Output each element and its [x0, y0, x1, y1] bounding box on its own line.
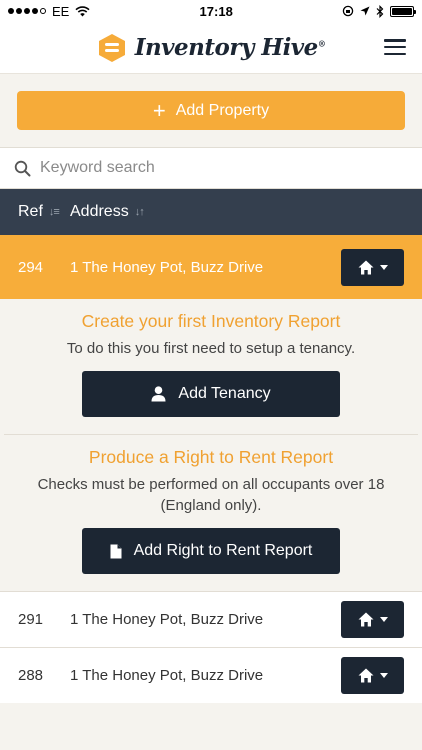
column-header-ref[interactable]: Ref ↓≡: [0, 203, 70, 221]
brand-name: Inventory Hive®: [134, 34, 326, 61]
row-ref: 291: [18, 611, 44, 628]
table-row-active[interactable]: 294 1 The Honey Pot, Buzz Drive: [0, 235, 422, 299]
hive-logo-icon: [98, 33, 125, 62]
add-tenancy-button[interactable]: Add Tenancy: [82, 371, 340, 417]
chevron-down-icon: [379, 617, 388, 622]
wifi-icon: [75, 5, 90, 16]
status-left: EE: [8, 4, 90, 19]
table-row[interactable]: 291 1 The Honey Pot, Buzz Drive: [0, 591, 422, 647]
menu-button[interactable]: [384, 36, 406, 58]
home-icon: [358, 612, 373, 627]
property-detail-panel: Create your first Inventory Report To do…: [0, 299, 422, 591]
chevron-down-icon: [379, 673, 388, 678]
hamburger-icon: [384, 39, 406, 42]
signal-strength-icon: [8, 8, 46, 14]
right-to-rent-section: Produce a Right to Rent Report Checks mu…: [0, 435, 422, 591]
battery-icon: [390, 5, 416, 17]
search-icon: [14, 160, 31, 176]
right-to-rent-title: Produce a Right to Rent Report: [88, 447, 334, 467]
property-actions-dropdown[interactable]: [341, 601, 404, 638]
add-tenancy-label: Add Tenancy: [178, 385, 271, 402]
carrier-name: EE: [52, 3, 70, 19]
property-actions-dropdown[interactable]: [341, 248, 404, 286]
inventory-section: Create your first Inventory Report To do…: [0, 299, 422, 434]
app-header: Inventory Hive®: [0, 22, 422, 74]
bluetooth-icon: [376, 4, 384, 18]
column-header-address[interactable]: Address ↓↑: [70, 203, 145, 221]
add-property-button[interactable]: + Add Property: [17, 91, 405, 130]
add-right-to-rent-button[interactable]: Add Right to Rent Report: [82, 528, 340, 574]
sort-descending-icon: ↓≡: [48, 206, 60, 218]
table-row[interactable]: 288 1 The Honey Pot, Buzz Drive: [0, 647, 422, 703]
location-icon: [360, 6, 370, 16]
property-actions-dropdown[interactable]: [341, 657, 404, 694]
user-icon: [151, 386, 166, 402]
plus-icon: +: [152, 97, 166, 123]
inventory-description: To do this you first need to setup a ten…: [66, 340, 356, 357]
right-to-rent-description: Checks must be performed on all occupant…: [37, 476, 385, 514]
row-ref: 294: [18, 258, 44, 276]
row-ref: 288: [18, 667, 44, 684]
add-property-container: + Add Property: [0, 74, 422, 147]
sort-icon: ↓↑: [134, 206, 145, 218]
status-bar: EE 17:18: [0, 0, 422, 22]
brand-logo: Inventory Hive®: [97, 33, 326, 63]
table-header: Ref ↓≡ Address ↓↑: [0, 189, 422, 235]
search-bar: [0, 147, 422, 189]
inventory-title: Create your first Inventory Report: [81, 311, 341, 331]
chevron-down-icon: [379, 264, 388, 270]
document-icon: [110, 544, 122, 558]
status-right: [342, 4, 416, 18]
add-right-to-rent-label: Add Right to Rent Report: [133, 542, 313, 559]
home-icon: [358, 260, 373, 274]
home-icon: [358, 668, 373, 683]
search-input[interactable]: [40, 159, 408, 177]
rotation-lock-icon: [342, 5, 354, 17]
add-property-label: Add Property: [175, 101, 270, 119]
status-time: 17:18: [199, 3, 233, 19]
